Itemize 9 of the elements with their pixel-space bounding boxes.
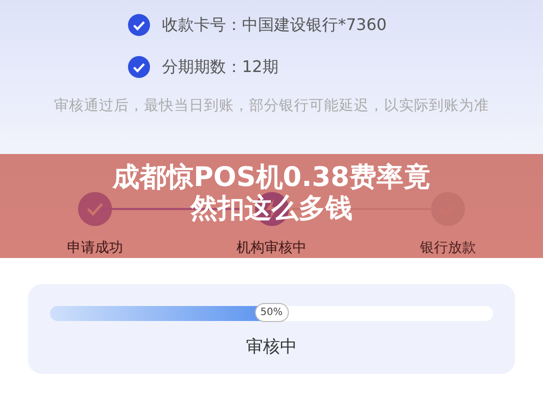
step-label: 银行放款	[420, 238, 476, 258]
detail-text: 收款卡号：中国建设银行*7360	[162, 14, 387, 36]
banner-title: 成都惊POS机0.38费率竟然扣这么多钱	[111, 162, 432, 224]
detail-text: 分期期数：12期	[162, 56, 278, 78]
note-text: 审核通过后，最快当日到账，部分银行可能延迟，以实际到账为准	[53, 96, 490, 116]
step-label: 机构审核中	[236, 238, 306, 258]
status-text: 审核中	[245, 336, 298, 359]
progress-reading: 50%	[254, 302, 289, 322]
step-label: 申请成功	[67, 238, 123, 258]
